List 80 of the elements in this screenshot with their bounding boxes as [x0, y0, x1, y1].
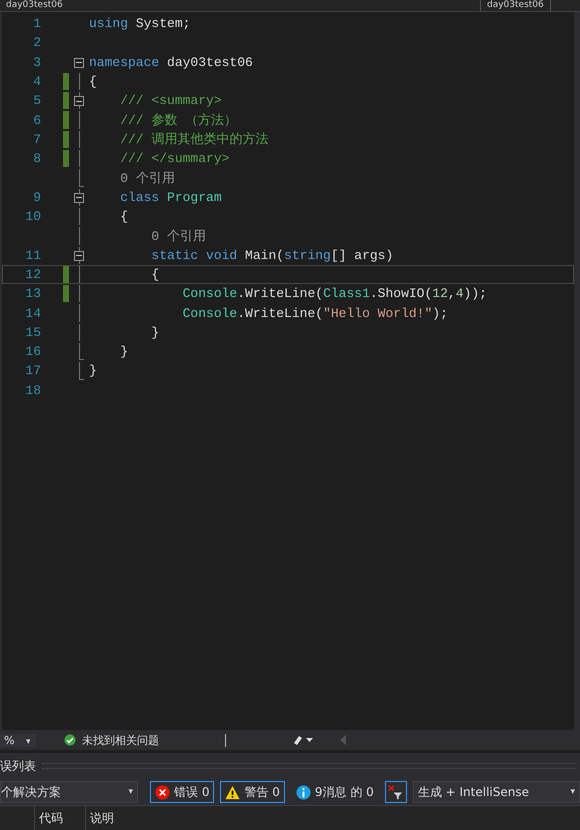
source-text: 生成 + IntelliSense: [418, 784, 529, 801]
line-number: 7: [32, 132, 41, 147]
check-icon: [64, 734, 76, 746]
line-number: 5: [32, 93, 41, 108]
code-token: {: [150, 267, 160, 282]
caret-icon: ▾: [26, 736, 30, 746]
column-header[interactable]: 代码: [35, 806, 86, 830]
line-number: 1: [32, 16, 41, 32]
caret-icon: ▾: [570, 782, 575, 802]
code-token: class: [119, 190, 160, 205]
code-token: Class1: [323, 286, 370, 302]
code-token: Console: [182, 286, 238, 302]
code-token: /// <summary>: [119, 93, 222, 108]
brush-icon[interactable]: [292, 734, 314, 746]
code-token: .ShowIO(: [370, 286, 432, 302]
line-number: 14: [24, 306, 41, 321]
filter-icon: [388, 784, 403, 800]
code-token: {: [119, 209, 128, 224]
code-token: "Hello World!": [323, 306, 432, 321]
error-filter-button[interactable]: 错误 0: [150, 781, 214, 803]
info-icon: [296, 784, 311, 800]
code-token: Console: [182, 306, 238, 321]
code-token: .WriteLine(: [237, 306, 324, 321]
line-number: 8: [32, 151, 41, 166]
line-number: 17: [24, 363, 41, 378]
column-header[interactable]: 说明: [86, 806, 580, 830]
issues-status[interactable]: 未找到相关问题: [82, 732, 159, 748]
line-number: 18: [24, 382, 41, 398]
collapse-icon[interactable]: [74, 58, 84, 68]
line-number: 11: [24, 248, 41, 263]
warning-icon: [225, 784, 240, 800]
code-token: .WriteLine(: [237, 286, 324, 302]
source-combo[interactable]: 生成 + IntelliSense ▾: [412, 781, 580, 803]
reference-count[interactable]: 0 个引用: [89, 171, 175, 186]
code-token: using: [89, 16, 128, 32]
line-number: 6: [32, 112, 41, 128]
line-number: 16: [24, 344, 41, 360]
collapse-icon[interactable]: [74, 96, 84, 106]
code-token: /// </summary>: [119, 151, 230, 166]
code-token: Main(: [244, 248, 284, 263]
code-token: }: [150, 324, 160, 340]
caret-icon: ▾: [128, 782, 133, 802]
reference-count[interactable]: 0 个引用: [89, 228, 206, 244]
code-token: ));: [464, 286, 487, 302]
warning-filter-button[interactable]: 警告 0: [220, 781, 285, 803]
code-token: 4: [456, 286, 464, 302]
code-token: namespace: [89, 54, 160, 70]
collapse-icon[interactable]: [74, 250, 84, 261]
line-number: 15: [24, 324, 41, 340]
code-token: }: [119, 344, 128, 360]
code-token: System;: [134, 16, 190, 32]
code-token: string: [284, 248, 331, 263]
code-token: }: [89, 363, 97, 378]
line-number: 13: [24, 286, 41, 302]
code-token: {: [89, 74, 97, 90]
code-token: static void: [150, 248, 238, 263]
scope-text: 个解决方案: [1, 784, 61, 801]
code-token: /// 参数 （方法）: [119, 113, 238, 128]
member-combo[interactable]: day03test06: [481, 0, 551, 11]
code-token: ,: [448, 286, 456, 302]
line-number: 4: [32, 74, 41, 90]
info-filter-button[interactable]: 9消息 的 0: [290, 781, 379, 803]
zoom-combo[interactable]: % ▾: [0, 734, 36, 746]
clear-filter-button[interactable]: [384, 781, 407, 803]
collapse-icon[interactable]: [74, 192, 84, 203]
code-token: );: [432, 306, 448, 321]
code-token: /// 调用其他类中的方法: [119, 132, 268, 148]
code-token: 12: [432, 286, 448, 302]
panel-title: 误列表: [0, 758, 36, 774]
line-number: 9: [32, 190, 41, 205]
scope-combo[interactable]: 个解决方案 ▾: [0, 781, 138, 803]
line-number: 10: [24, 209, 41, 224]
error-icon: [155, 784, 170, 800]
line-number: 12: [24, 267, 41, 282]
line-number: 3: [32, 54, 41, 70]
code-token: day03test06: [166, 54, 253, 70]
code-token: [] args): [330, 248, 394, 263]
file-combo[interactable]: day03test06: [0, 0, 481, 11]
code-token: Program: [166, 190, 222, 205]
line-number: 2: [32, 35, 41, 50]
